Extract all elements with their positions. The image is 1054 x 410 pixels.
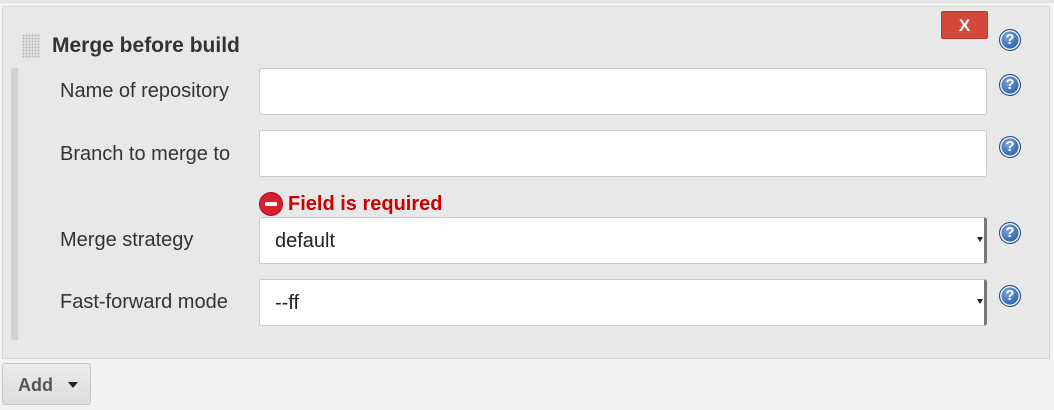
branch-label: Branch to merge to <box>60 143 231 165</box>
error-message: Field is required <box>288 193 443 215</box>
panel-title: Merge before build <box>52 34 240 57</box>
chevron-down-icon <box>68 382 78 388</box>
add-button-label: Add <box>18 375 53 395</box>
chevron-down-icon <box>977 237 983 242</box>
help-icon[interactable]: ? <box>999 285 1021 307</box>
chevron-down-icon <box>977 299 983 304</box>
strategy-select[interactable]: default <box>259 217 987 264</box>
error-icon <box>259 192 283 216</box>
strategy-label: Merge strategy <box>60 229 194 251</box>
help-icon[interactable]: ? <box>999 222 1021 244</box>
strategy-selected-value: default <box>275 230 336 252</box>
delete-button[interactable]: X <box>941 11 988 39</box>
help-icon[interactable]: ? <box>999 29 1021 51</box>
fast-forward-selected-value: --ff <box>275 292 300 314</box>
fast-forward-label: Fast-forward mode <box>60 291 228 313</box>
help-icon[interactable]: ? <box>999 136 1021 158</box>
repository-input[interactable] <box>259 68 987 115</box>
top-divider <box>0 0 1054 3</box>
fast-forward-select[interactable]: --ff <box>259 279 987 326</box>
drag-handle-icon[interactable] <box>22 34 40 58</box>
add-button[interactable]: Add <box>2 363 91 405</box>
repository-label: Name of repository <box>60 80 229 102</box>
help-icon[interactable]: ? <box>999 74 1021 96</box>
merge-before-build-panel: Merge before build X ? Name of repositor… <box>2 6 1050 359</box>
branch-input[interactable] <box>259 130 987 177</box>
